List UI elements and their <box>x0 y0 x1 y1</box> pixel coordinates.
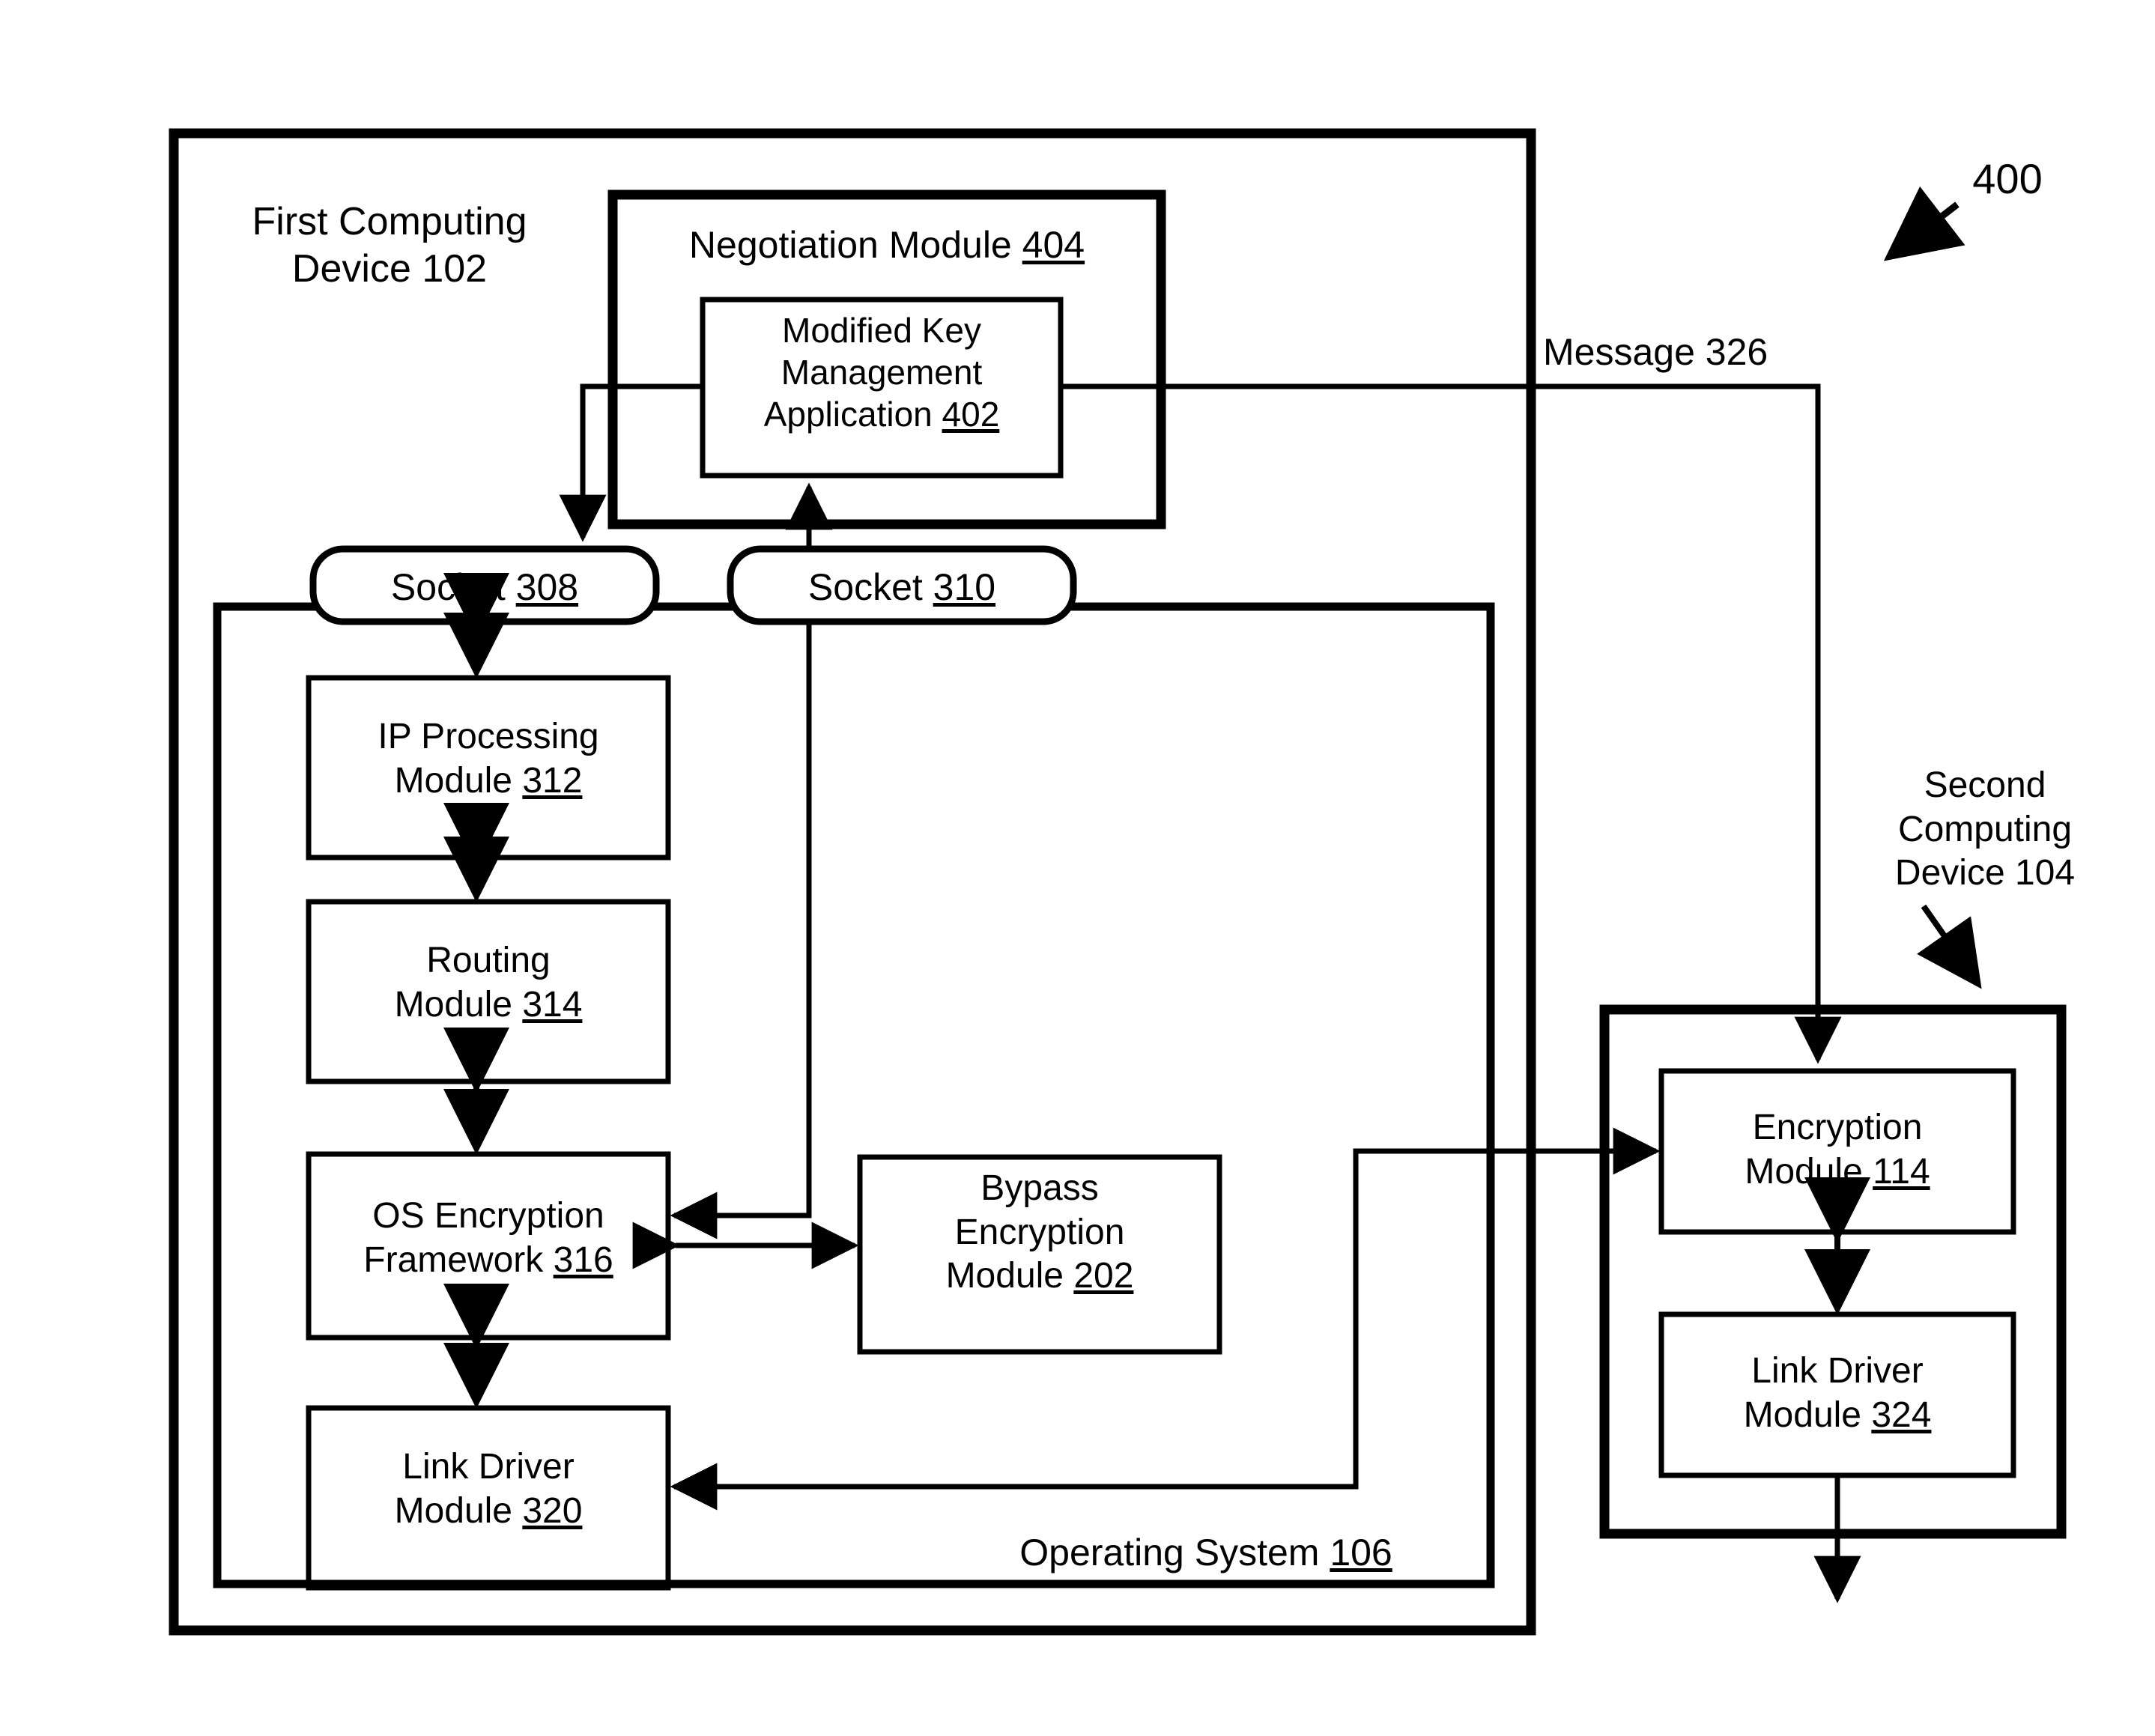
os-encryption-line1: OS Encryption <box>372 1196 604 1236</box>
routing-ref: 314 <box>522 984 583 1025</box>
encryption-module-114-label: Encryption Module 114 <box>1661 1106 2013 1194</box>
link-driver-324-line1: Link Driver <box>1751 1351 1924 1391</box>
routing-line2: Module 314 <box>394 984 583 1025</box>
routing-module-label: Routing Module 314 <box>309 939 668 1027</box>
os-encryption-framework-label: OS Encryption Framework 316 <box>303 1195 674 1282</box>
ip-processing-ref: 312 <box>522 760 583 801</box>
link-driver-320-line1: Link Driver <box>402 1447 575 1487</box>
first-computing-device-line2: Device 102 <box>291 247 488 291</box>
os-encryption-line2: Framework 316 <box>363 1239 613 1280</box>
second-computing-device-label: Second Computing Device 104 <box>1828 764 2142 896</box>
second-device-line2: Computing <box>1897 809 2073 849</box>
ip-processing-line2: Module 312 <box>394 760 583 801</box>
kma-line3: Application 402 <box>763 395 1000 434</box>
link-driver-module-324-label: Link Driver Module 324 <box>1661 1350 2013 1437</box>
first-computing-device-label: First Computing Device 102 <box>202 198 577 294</box>
link-driver-324-line2: Module 324 <box>1743 1394 1932 1435</box>
kma-line1: Modified Key <box>782 311 981 350</box>
ip-processing-module-label: IP Processing Module 312 <box>309 715 668 803</box>
message-326-label: Message 326 <box>1543 331 1768 373</box>
second-computing-device-box <box>1599 1004 2067 1539</box>
socket-308-label[interactable]: Socket 308 <box>313 565 656 610</box>
operating-system-label: Operating System 106 <box>966 1530 1446 1576</box>
connector-message-326 <box>1061 383 1842 1064</box>
socket-308-text: Socket <box>390 566 516 608</box>
link-driver-324-ref: 324 <box>1871 1394 1932 1435</box>
operating-system-text: Operating System <box>1019 1532 1330 1573</box>
ip-processing-line1: IP Processing <box>378 717 599 756</box>
figure-canvas: 400 First Computing Device 102 Negotiati… <box>0 0 2155 1736</box>
negotiation-module-text: Negotiation Module <box>688 224 1022 266</box>
os-encryption-ref: 316 <box>553 1239 613 1280</box>
bypass-encryption-module-label: Bypass Encryption Module 202 <box>860 1167 1219 1299</box>
bypass-line2: Encryption <box>954 1212 1125 1252</box>
connector-socket310-to-os-encryption <box>670 622 812 1239</box>
link-driver-320-line2: Module 320 <box>394 1490 583 1531</box>
bypass-line3: Module 202 <box>945 1256 1134 1296</box>
second-device-line1: Second <box>1924 765 2046 805</box>
second-device-leader <box>1917 904 1982 989</box>
kma-line2: Management <box>781 353 983 392</box>
socket-308-ref: 308 <box>515 566 579 608</box>
figure-number-label: 400 <box>1972 155 2043 202</box>
kma-ref: 402 <box>942 395 1000 434</box>
first-computing-device-line1: First Computing <box>252 200 527 243</box>
negotiation-module-ref: 404 <box>1022 224 1085 266</box>
link-driver-module-320-label: Link Driver Module 320 <box>309 1445 668 1533</box>
operating-system-ref: 106 <box>1330 1532 1392 1573</box>
figure-number-leader <box>1883 186 1965 261</box>
second-device-line3: Device 104 <box>1894 853 2076 893</box>
socket-310-label[interactable]: Socket 310 <box>730 565 1073 610</box>
routing-line1: Routing <box>426 941 551 980</box>
negotiation-module-label: Negotiation Module 404 <box>622 222 1152 268</box>
key-management-application-label: Modified Key Management Application 402 <box>703 309 1061 435</box>
connector-kma-to-socket308 <box>559 383 703 542</box>
bypass-ref: 202 <box>1073 1256 1134 1296</box>
socket-310-ref: 310 <box>933 566 996 608</box>
encryption-114-line1: Encryption <box>1752 1108 1923 1147</box>
bypass-line1: Bypass <box>980 1168 1099 1208</box>
encryption-114-ref: 114 <box>1873 1151 1930 1192</box>
encryption-114-line2: Module 114 <box>1745 1151 1930 1192</box>
link-driver-320-ref: 320 <box>522 1490 583 1531</box>
socket-310-text: Socket <box>807 566 933 608</box>
